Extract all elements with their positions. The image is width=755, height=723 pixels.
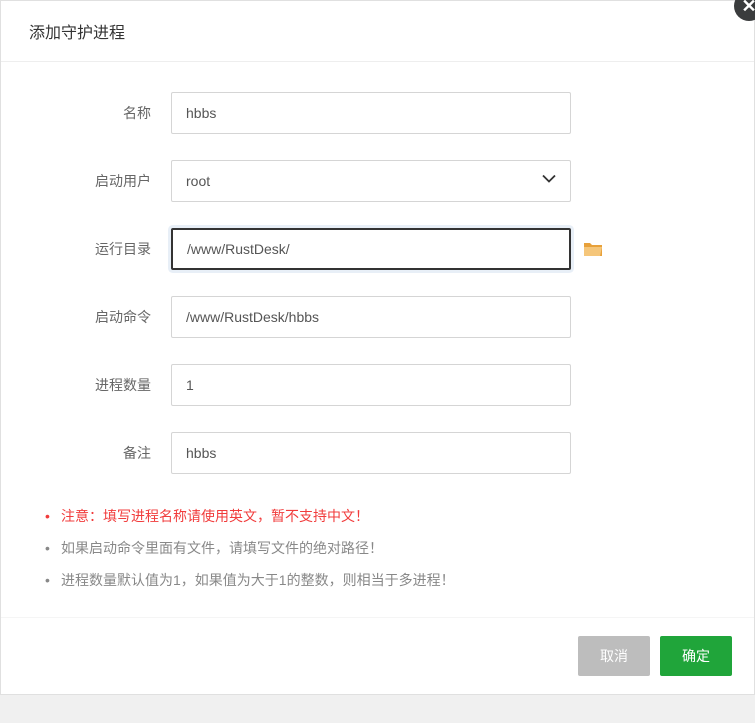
note-warning: 注意：填写进程名称请使用英文，暂不支持中文！ <box>61 500 714 532</box>
modal-header: 添加守护进程 <box>1 1 754 62</box>
add-daemon-modal: ✕ 添加守护进程 名称 启动用户 root 运行目录 <box>0 0 755 695</box>
label-remark: 备注 <box>41 443 171 463</box>
modal-footer: 取消 确定 <box>1 617 754 694</box>
modal-body: 名称 启动用户 root 运行目录 启动命令 <box>1 62 754 617</box>
label-run-dir: 运行目录 <box>41 239 171 259</box>
label-name: 名称 <box>41 103 171 123</box>
cancel-button[interactable]: 取消 <box>578 636 650 676</box>
select-user[interactable]: root <box>171 160 571 202</box>
row-remark: 备注 <box>41 432 714 474</box>
row-start-cmd: 启动命令 <box>41 296 714 338</box>
label-start-cmd: 启动命令 <box>41 307 171 327</box>
label-user: 启动用户 <box>41 171 171 191</box>
modal-title: 添加守护进程 <box>29 19 726 43</box>
folder-icon[interactable] <box>583 241 603 257</box>
row-proc-count: 进程数量 <box>41 364 714 406</box>
notes-list: 注意：填写进程名称请使用英文，暂不支持中文！ 如果启动命令里面有文件，请填写文件… <box>41 500 714 597</box>
note-item: 如果启动命令里面有文件，请填写文件的绝对路径！ <box>61 532 714 564</box>
row-name: 名称 <box>41 92 714 134</box>
input-remark[interactable] <box>171 432 571 474</box>
row-user: 启动用户 root <box>41 160 714 202</box>
input-start-cmd[interactable] <box>171 296 571 338</box>
input-name[interactable] <box>171 92 571 134</box>
row-run-dir: 运行目录 <box>41 228 714 270</box>
label-proc-count: 进程数量 <box>41 375 171 395</box>
note-item: 进程数量默认值为1，如果值为大于1的整数，则相当于多进程！ <box>61 564 714 596</box>
input-run-dir[interactable] <box>171 228 571 270</box>
confirm-button[interactable]: 确定 <box>660 636 732 676</box>
input-proc-count[interactable] <box>171 364 571 406</box>
close-icon: ✕ <box>741 0 755 17</box>
